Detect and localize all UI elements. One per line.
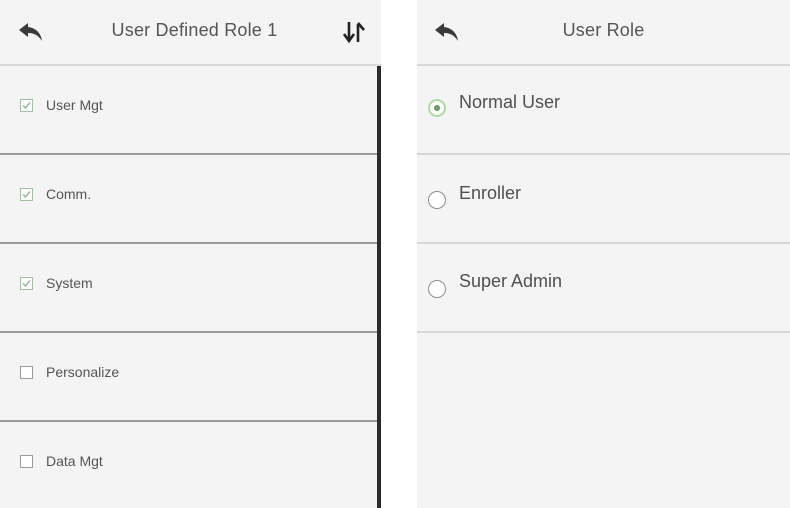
selected-radio-icon[interactable] (428, 99, 446, 117)
page-title: User Defined Role 1 (111, 20, 278, 40)
radio-option-label: Super Admin (459, 271, 563, 291)
unselected-radio-icon[interactable] (428, 280, 446, 298)
list-item-data-mgt[interactable]: Data Mgt (0, 422, 381, 508)
radio-option-label: Normal User (459, 92, 561, 112)
list-item-label: User Mgt (46, 97, 103, 113)
list-item-label: Data Mgt (46, 453, 103, 469)
page-title: User Role (562, 20, 645, 40)
list-item-label: System (46, 275, 93, 291)
radio-option-enroller[interactable]: Enroller (417, 155, 790, 244)
radio-option-normal-user[interactable]: Normal User (417, 66, 790, 155)
header: User Defined Role 1 (0, 0, 381, 66)
checked-checkbox-icon[interactable] (20, 277, 33, 290)
list-item-system[interactable]: System (0, 244, 381, 333)
radio-option-super-admin[interactable]: Super Admin (417, 244, 790, 333)
unchecked-checkbox-icon[interactable] (20, 455, 33, 468)
list-item-user-mgt[interactable]: User Mgt (0, 66, 381, 155)
list-item-comm[interactable]: Comm. (0, 155, 381, 244)
unchecked-checkbox-icon[interactable] (20, 366, 33, 379)
unselected-radio-icon[interactable] (428, 191, 446, 209)
user-role-screen: User Role Normal User Enroller Super Adm… (417, 0, 790, 508)
sort-arrows-icon[interactable] (341, 19, 367, 45)
permission-list: User Mgt Comm. System Personalize Data M… (0, 66, 381, 508)
radio-option-label: Enroller (459, 183, 522, 203)
role-options-list: Normal User Enroller Super Admin (417, 66, 790, 333)
list-item-personalize[interactable]: Personalize (0, 333, 381, 422)
checked-checkbox-icon[interactable] (20, 99, 33, 112)
screen-divider (381, 0, 417, 508)
user-defined-role-screen: User Defined Role 1 User Mgt Comm. Syste… (0, 0, 381, 508)
checked-checkbox-icon[interactable] (20, 188, 33, 201)
list-item-label: Personalize (46, 364, 120, 380)
header: User Role (417, 0, 790, 66)
list-item-label: Comm. (46, 186, 92, 202)
